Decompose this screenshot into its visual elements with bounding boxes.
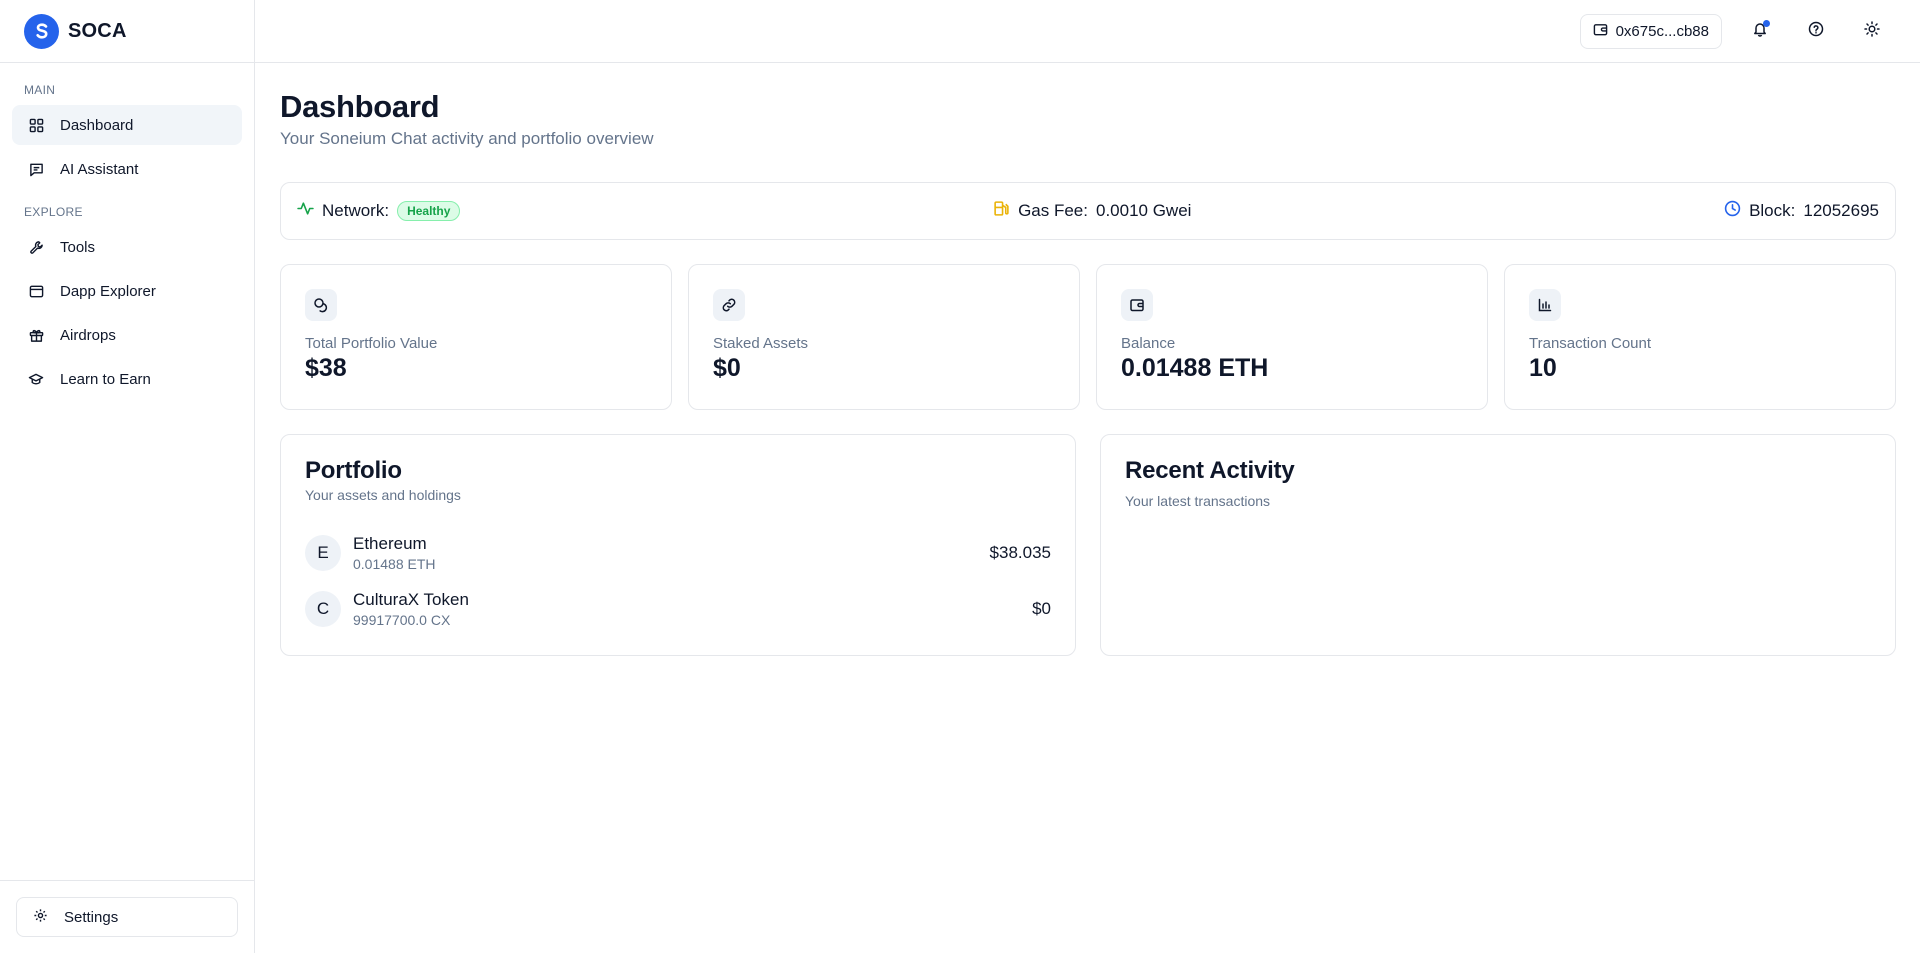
notification-dot (1763, 20, 1770, 27)
theme-toggle-button[interactable] (1854, 13, 1890, 49)
sidebar-item-label: Airdrops (60, 326, 116, 344)
block-value: 12052695 (1803, 201, 1879, 220)
asset-name: Ethereum (353, 534, 427, 553)
wallet-icon (1121, 289, 1153, 321)
asset-amount: 0.01488 ETH (353, 556, 436, 572)
gas-fee-status: Gas Fee: 0.0010 Gwei (993, 200, 1191, 222)
graduation-cap-icon (28, 371, 44, 387)
portfolio-panel: Portfolio Your assets and holdings E Eth… (280, 434, 1076, 656)
asset-row-ethereum[interactable]: E Ethereum 0.01488 ETH $38.035 (305, 529, 1051, 577)
stat-card-staked-assets: Staked Assets $0 (688, 264, 1080, 410)
network-status-bar: Network: Healthy Gas Fee: 0.0010 Gwei Bl… (280, 182, 1896, 240)
stat-value: $38 (305, 354, 347, 382)
stats-grid: Total Portfolio Value $38 Staked Assets … (280, 264, 1896, 410)
sidebar-item-label: Tools (60, 238, 96, 256)
wallet-address-button[interactable]: 0x675c...cb88 (1579, 13, 1722, 49)
brand-logo-icon (24, 13, 59, 49)
asset-list: E Ethereum 0.01488 ETH $38.035 C Cultura… (305, 529, 1051, 633)
main-area: 0x675c...cb88 Dashboard Your Soneium Cha… (255, 0, 1920, 953)
clock-icon (1724, 200, 1741, 222)
browser-window-icon (28, 283, 44, 299)
asset-value: $38.035 (989, 543, 1051, 562)
network-status: Network: Healthy (297, 200, 461, 222)
sidebar-item-label: Dashboard (60, 116, 134, 134)
notifications-button[interactable] (1742, 13, 1778, 49)
sidebar-item-learn-to-earn[interactable]: Learn to Earn (12, 359, 242, 399)
sidebar-nav: MAIN Dashboard AI Assistant EXPLORE Tool… (0, 63, 254, 880)
fuel-icon (993, 200, 1010, 222)
topbar: 0x675c...cb88 (255, 0, 1920, 63)
activity-icon (297, 200, 314, 222)
nav-section-explore: EXPLORE (24, 205, 83, 219)
asset-avatar: E (305, 535, 341, 571)
bar-chart-icon (1529, 289, 1561, 321)
stat-value: 10 (1529, 354, 1557, 382)
block-status: Block: 12052695 (1724, 200, 1879, 222)
sidebar-item-label: AI Assistant (60, 160, 139, 178)
recent-activity-panel: Recent Activity Your latest transactions (1100, 434, 1896, 656)
sidebar-item-dapp-explorer[interactable]: Dapp Explorer (12, 271, 242, 311)
recent-activity-title: Recent Activity (1125, 457, 1295, 484)
dashboard-content: Dashboard Your Soneium Chat activity and… (255, 63, 1920, 656)
gift-icon (28, 327, 44, 343)
sidebar-item-dashboard[interactable]: Dashboard (12, 105, 242, 145)
stat-card-portfolio-value: Total Portfolio Value $38 (280, 264, 672, 410)
gas-fee-value: 0.0010 Gwei (1095, 201, 1192, 220)
network-status-badge: Healthy (397, 201, 461, 221)
stat-card-balance: Balance 0.01488 ETH (1096, 264, 1488, 410)
portfolio-title: Portfolio (305, 457, 402, 484)
sidebar-item-tools[interactable]: Tools (12, 227, 242, 267)
portfolio-subtitle: Your assets and holdings (305, 487, 461, 503)
help-button[interactable] (1798, 13, 1834, 49)
wrench-icon (28, 239, 44, 255)
message-square-icon (28, 161, 44, 177)
asset-name: CulturaX Token (353, 590, 469, 609)
stat-label: Total Portfolio Value (305, 335, 438, 352)
asset-amount: 99917700.0 CX (353, 612, 451, 628)
stat-value: 0.01488 ETH (1121, 354, 1269, 382)
page-subtitle: Your Soneium Chat activity and portfolio… (280, 129, 654, 148)
asset-value: $0 (1032, 599, 1051, 618)
asset-avatar: C (305, 591, 341, 627)
grid-icon (28, 117, 44, 133)
stat-label: Staked Assets (713, 335, 809, 352)
gas-fee-label: Gas Fee: (1018, 201, 1088, 220)
stat-label: Transaction Count (1529, 335, 1652, 352)
wallet-address: 0x675c...cb88 (1615, 22, 1709, 40)
page-title: Dashboard (280, 89, 440, 124)
settings-button[interactable]: Settings (16, 897, 238, 937)
sidebar-item-label: Learn to Earn (60, 370, 151, 388)
coins-icon (305, 289, 337, 321)
sidebar-item-ai-assistant[interactable]: AI Assistant (12, 149, 242, 189)
link-icon (713, 289, 745, 321)
gear-icon (33, 908, 48, 927)
asset-info: CulturaX Token 99917700.0 CX (353, 590, 1032, 628)
stat-value: $0 (713, 354, 741, 382)
recent-activity-subtitle: Your latest transactions (1125, 493, 1271, 509)
nav-section-main: MAIN (24, 83, 56, 97)
sidebar-item-airdrops[interactable]: Airdrops (12, 315, 242, 355)
brand-name: SOCA (68, 19, 127, 42)
stat-card-transaction-count: Transaction Count 10 (1504, 264, 1896, 410)
stat-label: Balance (1121, 335, 1176, 352)
sun-icon (1864, 20, 1880, 42)
panels-row: Portfolio Your assets and holdings E Eth… (280, 434, 1896, 656)
sidebar-item-label: Dapp Explorer (60, 282, 156, 300)
brand[interactable]: SOCA (0, 0, 254, 63)
wallet-icon (1593, 22, 1608, 41)
sidebar-footer: Settings (0, 880, 254, 953)
sidebar: SOCA MAIN Dashboard AI Assistant EXPLORE… (0, 0, 255, 953)
block-label: Block: (1749, 201, 1796, 220)
network-label: Network: (322, 201, 390, 220)
asset-row-culturax[interactable]: C CulturaX Token 99917700.0 CX $0 (305, 585, 1051, 633)
app-root: SOCA MAIN Dashboard AI Assistant EXPLORE… (0, 0, 1920, 953)
help-circle-icon (1808, 21, 1824, 42)
settings-label: Settings (64, 908, 119, 926)
asset-info: Ethereum 0.01488 ETH (353, 534, 990, 572)
